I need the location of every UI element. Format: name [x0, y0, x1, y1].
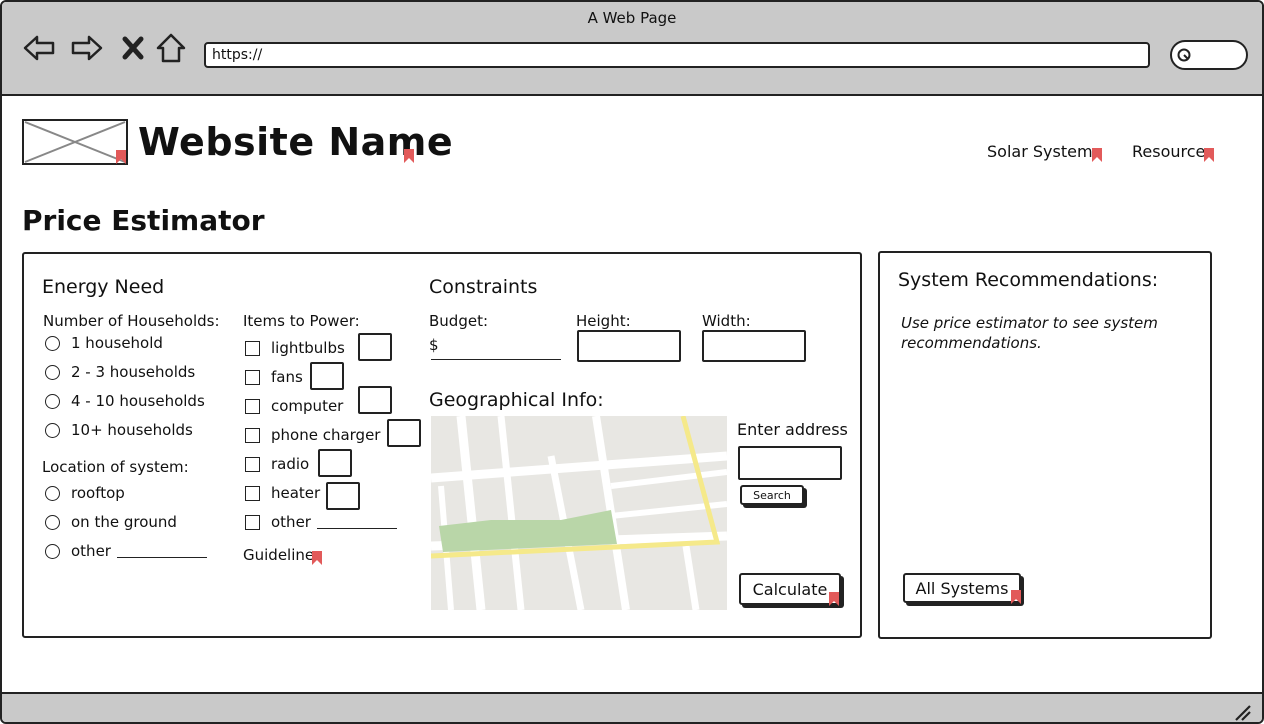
- checkbox[interactable]: [245, 369, 260, 385]
- geo-heading: Geographical Info:: [429, 389, 604, 411]
- recommendations-placeholder: Use price estimator to see system recomm…: [901, 314, 1158, 352]
- radio-option[interactable]: 10+ households: [45, 421, 193, 439]
- households-label: Number of Households:: [43, 312, 220, 330]
- quantity-input[interactable]: [318, 449, 352, 477]
- location-label: Location of system:: [42, 458, 189, 476]
- recommendations-title: System Recommendations:: [898, 269, 1159, 291]
- forward-arrow-icon[interactable]: [70, 32, 104, 64]
- radio-button[interactable]: [45, 543, 60, 559]
- home-icon[interactable]: [154, 32, 188, 64]
- checkbox[interactable]: [245, 485, 260, 501]
- recommendations-panel: System Recommendations: Use price estima…: [878, 251, 1212, 639]
- radio-option[interactable]: other: [45, 542, 207, 560]
- checkbox-option[interactable]: computer: [245, 397, 343, 415]
- radio-option[interactable]: rooftop: [45, 484, 125, 502]
- radio-button[interactable]: [45, 364, 60, 380]
- quantity-input[interactable]: [387, 419, 421, 447]
- height-input[interactable]: [577, 330, 681, 362]
- url-input[interactable]: https://: [204, 42, 1150, 68]
- link-flag-icon: [829, 591, 839, 606]
- checkbox[interactable]: [245, 340, 260, 356]
- search-icon: [1177, 48, 1191, 62]
- radio-option[interactable]: on the ground: [45, 513, 177, 531]
- estimator-panel: Energy Need Number of Households: 1 hous…: [22, 252, 862, 638]
- browser-toolbar: A Web Page https://: [2, 2, 1262, 96]
- checkbox[interactable]: [245, 427, 260, 443]
- window-title: A Web Page: [587, 9, 677, 27]
- checkbox[interactable]: [245, 398, 260, 414]
- currency-symbol: $: [429, 336, 439, 354]
- link-flag-icon: [312, 550, 322, 565]
- page-title: Price Estimator: [22, 204, 265, 237]
- close-x-icon[interactable]: [116, 32, 150, 64]
- energy-need-heading: Energy Need: [42, 276, 165, 298]
- quantity-input[interactable]: [310, 362, 344, 390]
- items-label: Items to Power:: [243, 312, 360, 330]
- checkbox-option[interactable]: radio: [245, 455, 309, 473]
- budget-input[interactable]: [431, 359, 561, 360]
- all-systems-button[interactable]: All Systems: [903, 573, 1021, 604]
- browser-window: A Web Page https:// Website Name Solar S…: [0, 0, 1264, 724]
- link-flag-icon: [1204, 147, 1214, 162]
- link-flag-icon: [116, 149, 126, 164]
- radio-option[interactable]: 2 - 3 households: [45, 363, 195, 381]
- logo-image-placeholder: [22, 119, 128, 165]
- constraints-heading: Constraints: [429, 276, 538, 298]
- browser-status-bar: [2, 692, 1262, 722]
- checkbox-option[interactable]: heater: [245, 484, 320, 502]
- nav-link-resources[interactable]: Resources: [1132, 142, 1214, 161]
- link-flag-icon: [1092, 147, 1102, 162]
- resize-grip-icon[interactable]: [1232, 702, 1252, 722]
- calculate-button[interactable]: Calculate: [739, 573, 841, 606]
- search-button[interactable]: Search: [740, 485, 804, 505]
- radio-button[interactable]: [45, 422, 60, 438]
- checkbox-option[interactable]: fans: [245, 368, 303, 386]
- browser-search-button[interactable]: [1170, 40, 1248, 70]
- back-arrow-icon[interactable]: [22, 32, 56, 64]
- checkbox-option[interactable]: phone charger: [245, 426, 380, 444]
- radio-button[interactable]: [45, 335, 60, 351]
- budget-label: Budget:: [429, 312, 489, 330]
- quantity-input[interactable]: [358, 386, 392, 414]
- nav-link-solar-systems[interactable]: Solar Systems: [987, 142, 1101, 161]
- link-flag-icon: [1011, 589, 1021, 604]
- checkbox-option[interactable]: lightbulbs: [245, 339, 345, 357]
- quantity-input[interactable]: [358, 333, 392, 361]
- height-label: Height:: [576, 312, 631, 330]
- checkbox[interactable]: [245, 514, 260, 530]
- other-text-field[interactable]: [116, 544, 207, 558]
- checkbox[interactable]: [245, 456, 260, 472]
- link-flag-icon: [404, 148, 414, 163]
- radio-button[interactable]: [45, 393, 60, 409]
- width-label: Width:: [702, 312, 751, 330]
- radio-option[interactable]: 4 - 10 households: [45, 392, 205, 410]
- radio-option[interactable]: 1 household: [45, 334, 163, 352]
- quantity-input[interactable]: [326, 482, 360, 510]
- other-text-field[interactable]: [316, 515, 397, 529]
- width-input[interactable]: [702, 330, 806, 362]
- radio-button[interactable]: [45, 514, 60, 530]
- map-view[interactable]: [431, 416, 727, 610]
- guidelines-link[interactable]: Guidelines: [243, 546, 322, 564]
- radio-button[interactable]: [45, 485, 60, 501]
- address-input[interactable]: [738, 446, 842, 480]
- checkbox-option[interactable]: other: [245, 513, 397, 531]
- address-label: Enter address: [737, 420, 848, 439]
